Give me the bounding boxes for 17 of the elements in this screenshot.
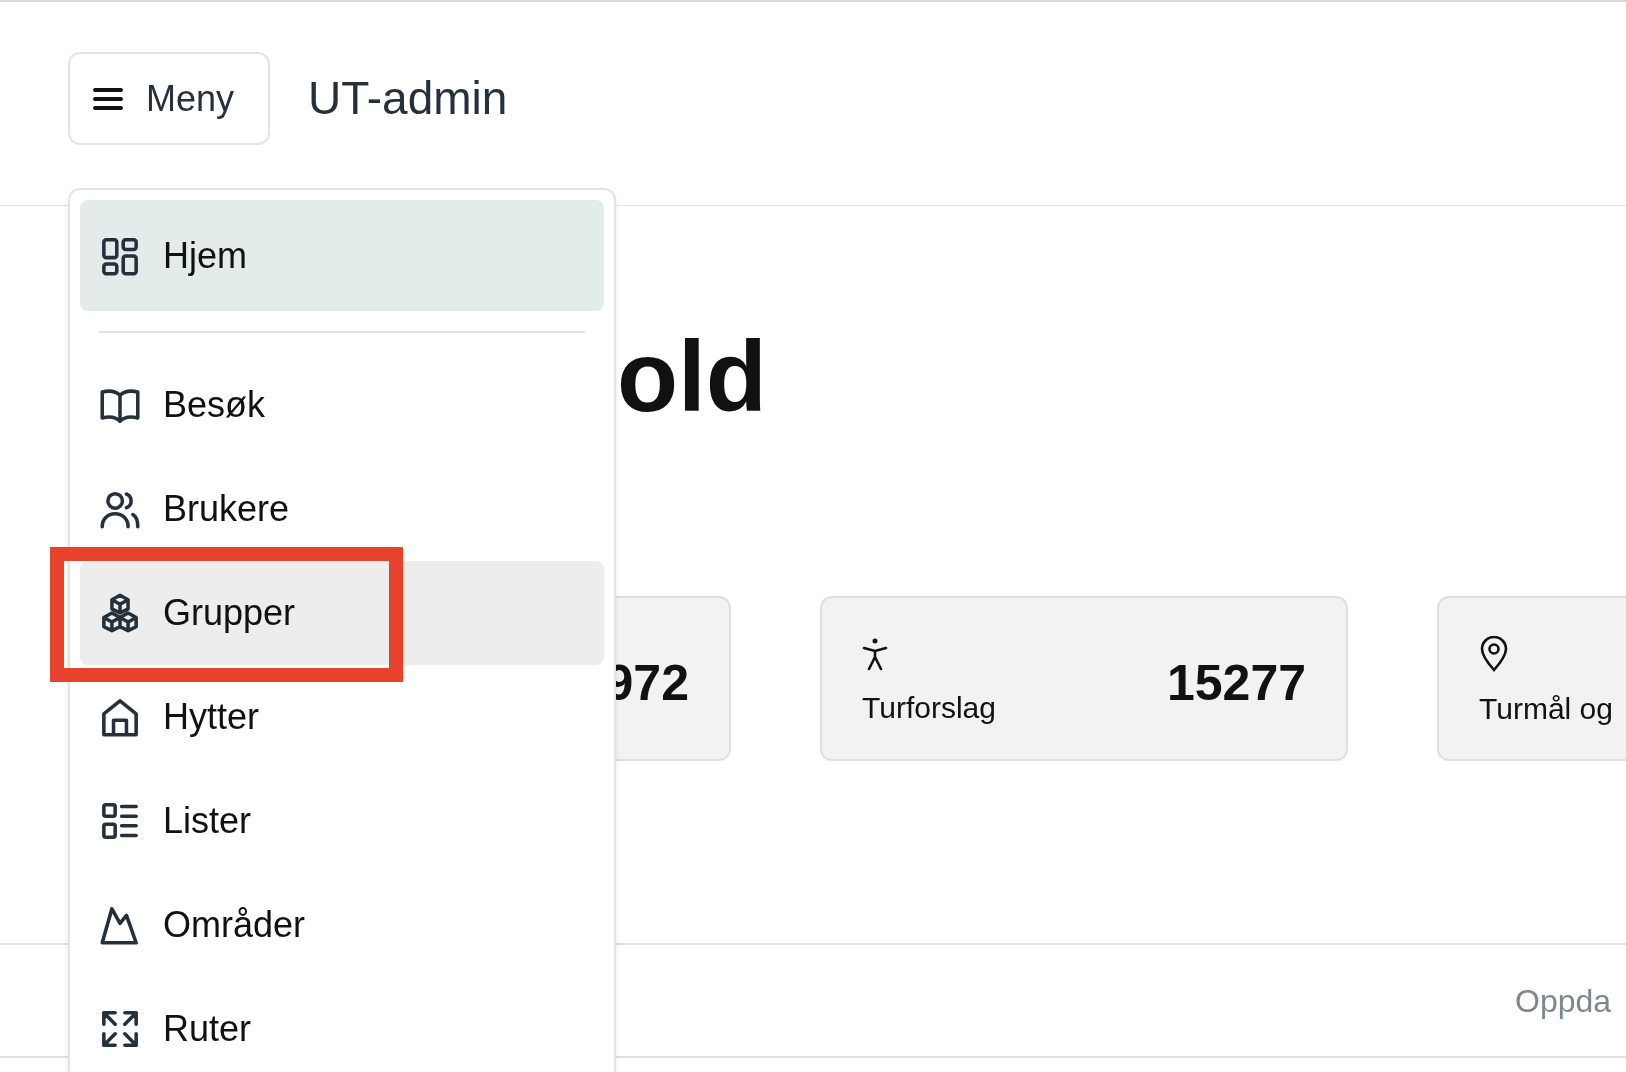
menu-item[interactable]: Hjem (80, 200, 604, 311)
mountain-icon (99, 904, 141, 946)
stat-value: 15277 (1166, 654, 1306, 713)
cubes-icon (99, 592, 141, 634)
menu-button[interactable]: Meny (68, 52, 270, 145)
stat-label: Turforslag (862, 690, 996, 726)
arrows-icon (99, 1008, 141, 1050)
location-pin-icon (1479, 636, 1509, 672)
house-icon (99, 696, 141, 738)
stat-label: Turmål og (1479, 691, 1613, 727)
menu-item[interactable]: Grupper (80, 561, 604, 665)
updated-text: Oppda (1515, 981, 1612, 1021)
list-icon (99, 800, 141, 842)
menu-icon (92, 85, 124, 112)
person-icon (862, 637, 888, 671)
app-title: UT-admin (308, 71, 508, 126)
page-heading: old (617, 320, 767, 432)
